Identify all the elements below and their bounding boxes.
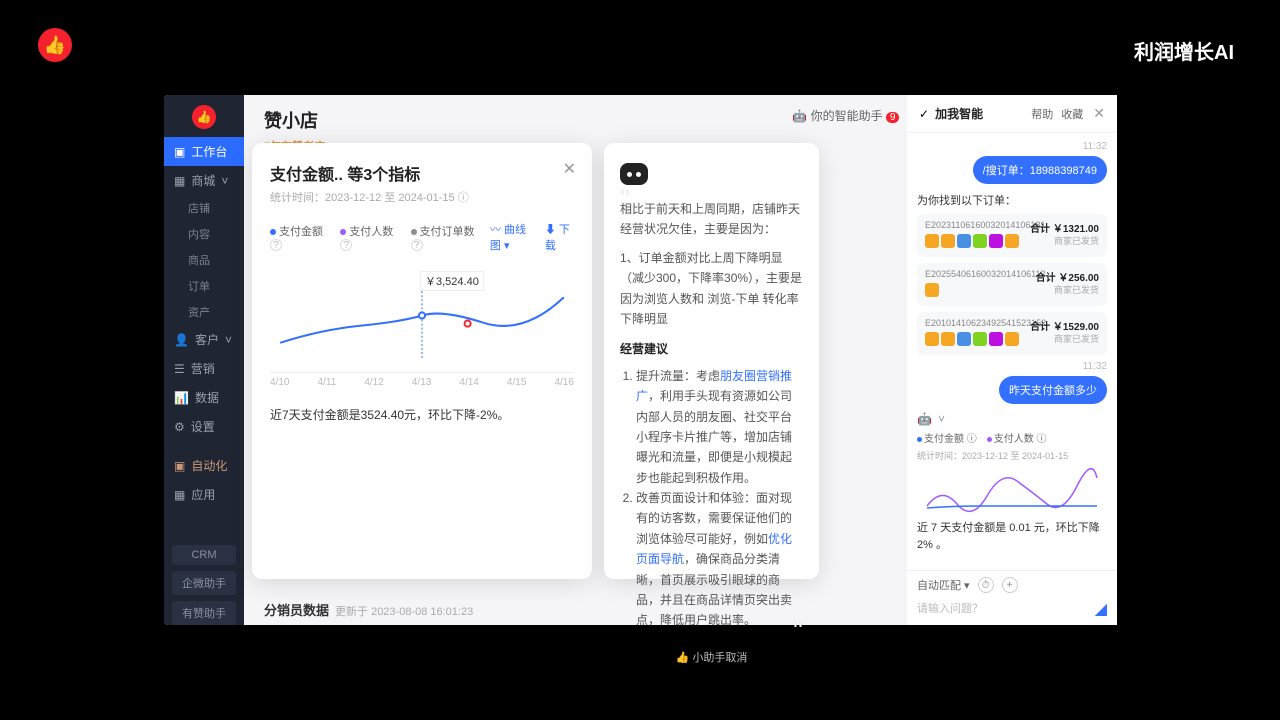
x-axis: 4/104/114/124/134/144/154/16 [270,377,574,388]
mini-chart [917,466,1107,514]
user-msg-2: 昨天支付金额多少 [999,376,1107,404]
ai-close-icon[interactable]: ✕ [1093,105,1105,122]
assist-link[interactable]: 🤖 你的智能助手 9 [792,107,899,124]
mini-period: 统计时间：2023-12-12 至 2024-01-15 [917,449,1107,462]
mini-legend: 支付金额 ⓘ 支付人数 ⓘ [917,430,1107,445]
timestamp: 11:32 [917,141,1107,152]
ai-body[interactable]: 11:32 /搜订单：18988398749 为你找到以下订单： E202311… [907,133,1117,570]
brand-top: 利润增长AI [1134,36,1234,65]
thumb-badge: 👍 [38,28,72,62]
ai-mode-row: 自动匹配 ▾ ⏱ + [917,577,1107,593]
sidebar-label: 工作台 [191,143,227,160]
ai-summary: 近 7 天支付金额是 0.01 元，环比下降 2% 。 [917,520,1107,553]
sidebar-sub-content[interactable]: 内容 [164,221,244,247]
ai-title: 加我智能 [935,105,1023,122]
logo-icon[interactable]: 👍 [192,105,216,129]
chart-tooltip: ￥3,524.40 [420,271,484,291]
download-link[interactable]: ⬇ 下载 [545,221,574,253]
ai-input-row: ◢ [917,599,1107,619]
order-card[interactable]: E20231106160032014106181合计 ￥1321.00商家已发货 [917,214,1107,257]
ai-mode-select[interactable]: 自动匹配 ▾ [917,577,970,593]
chart-summary: 近7天支付金额是3524.40元，环比下降-2%。 [270,406,574,423]
sidebar-sub-order[interactable]: 订单 [164,273,244,299]
send-icon[interactable]: ◢ [1095,599,1107,619]
chevron-down-icon[interactable]: ˅ [938,412,945,426]
advice-intro: 相比于前天和上周同期，店铺昨天经营状况欠佳，主要是因为： [620,199,803,240]
curve-toggle[interactable]: 〰 曲线图 ▾ [490,221,535,253]
user-msg-1: /搜订单：18988398749 [973,156,1107,184]
sidebar-item-marketing[interactable]: ☰ 营销 [164,354,244,383]
sidebar-label: 设置 [191,418,215,435]
legend-row: 支付金额 ? 支付人数 ? 支付订单数 ? 〰 曲线图 ▾ ⬇ 下载 [270,221,574,253]
sidebar-item-workbench[interactable]: ▣ 工作台 [164,137,244,166]
order-card[interactable]: E20101410623492541523152合计 ￥1529.00商家已发货 [917,312,1107,355]
sidebar-label: 应用 [191,486,215,503]
ai-panel: ✓ 加我智能 帮助 收藏 ✕ 11:32 /搜订单：18988398749 为你… [907,95,1117,625]
legend-amount[interactable]: 支付金额 ? [270,223,326,252]
ai-input[interactable] [917,599,1089,619]
modal-title: 支付金额.. 等3个指标 [270,161,574,185]
plus-icon[interactable]: + [1002,577,1018,593]
advice-list: 提升流量：考虑朋友圈营销推广，利用手头现有资源如公司内部人员的朋友圈、社交平台小… [620,366,803,631]
legend-orders[interactable]: 支付订单数 ? [411,223,476,252]
bot-icon [620,163,648,185]
bot-mini-icon: 🤖 [917,412,932,426]
ai-logo-icon: ✓ [919,107,929,121]
close-icon[interactable]: ✕ [563,159,576,179]
modal-period: 统计时间：2023-12-12 至 2024-01-15 ⓘ [270,189,574,205]
ai-header: ✓ 加我智能 帮助 收藏 ✕ [907,95,1117,133]
ai-footer: 自动匹配 ▾ ⏱ + ◢ [907,570,1117,625]
ai-fav-link[interactable]: 收藏 [1061,106,1083,122]
sidebar-item-automation[interactable]: ▣ 自动化 [164,451,244,480]
sidebar-btn-youzan[interactable]: 有赞助手 [172,601,236,625]
sidebar: 👍 ▣ 工作台 ▦ 商城 ˅ 店铺 内容 商品 订单 资产 👤 客户 ˅ ☰ 营… [164,95,244,625]
sidebar-label: 营销 [191,360,215,377]
advice-item-1: 提升流量：考虑朋友圈营销推广，利用手头现有资源如公司内部人员的朋友圈、社交平台小… [636,366,803,488]
sidebar-item-mall[interactable]: ▦ 商城 ˅ [164,166,244,195]
legend-people[interactable]: 支付人数 ? [340,223,396,252]
sidebar-label: 自动化 [191,457,227,474]
sidebar-sub-store[interactable]: 店铺 [164,195,244,221]
advice-reason: 1、订单金额对比上周下降明显（减少300，下降率30%），主要是因为浏览人数和 … [620,248,803,330]
modal-advice: " 相比于前天和上周同期，店铺昨天经营状况欠佳，主要是因为： 1、订单金额对比上… [604,143,819,579]
sidebar-sub-asset[interactable]: 资产 [164,299,244,325]
ai-reply-1: 为你找到以下订单： [917,192,1107,208]
timestamp: 11:32 [917,361,1107,372]
sidebar-label: 客户 [195,331,219,348]
order-card[interactable]: E20255406160032014106112合计 ￥256.00商家已发货 [917,263,1107,306]
sidebar-label: 商城 [191,172,215,189]
advice-heading: 经营建议 [620,339,803,359]
chart-canvas: ￥3,524.40 [270,263,574,373]
distributor-heading: 分销员数据更新于 2023-08-08 16:01:23 [264,600,473,619]
advice-foot[interactable]: 👍 小助手取消 [620,649,803,668]
sidebar-btn-crm[interactable]: CRM [172,545,236,565]
clock-icon[interactable]: ⏱ [978,577,994,593]
sidebar-sub-goods[interactable]: 商品 [164,247,244,273]
advice-item-2: 改善页面设计和体验：面对现有的访客数，需要保证他们的浏览体验尽可能好，例如优化页… [636,488,803,631]
sidebar-btn-wecom[interactable]: 企微助手 [172,571,236,595]
sidebar-item-apps[interactable]: ▦ 应用 [164,480,244,509]
sidebar-item-settings[interactable]: ⚙ 设置 [164,412,244,441]
modal-chart: 支付金额.. 等3个指标 ✕ 统计时间：2023-12-12 至 2024-01… [252,143,592,579]
sidebar-label: 数据 [195,389,219,406]
sidebar-item-customer[interactable]: 👤 客户 ˅ [164,325,244,354]
sidebar-item-data[interactable]: 📊 数据 [164,383,244,412]
ai-help-link[interactable]: 帮助 [1031,106,1053,122]
